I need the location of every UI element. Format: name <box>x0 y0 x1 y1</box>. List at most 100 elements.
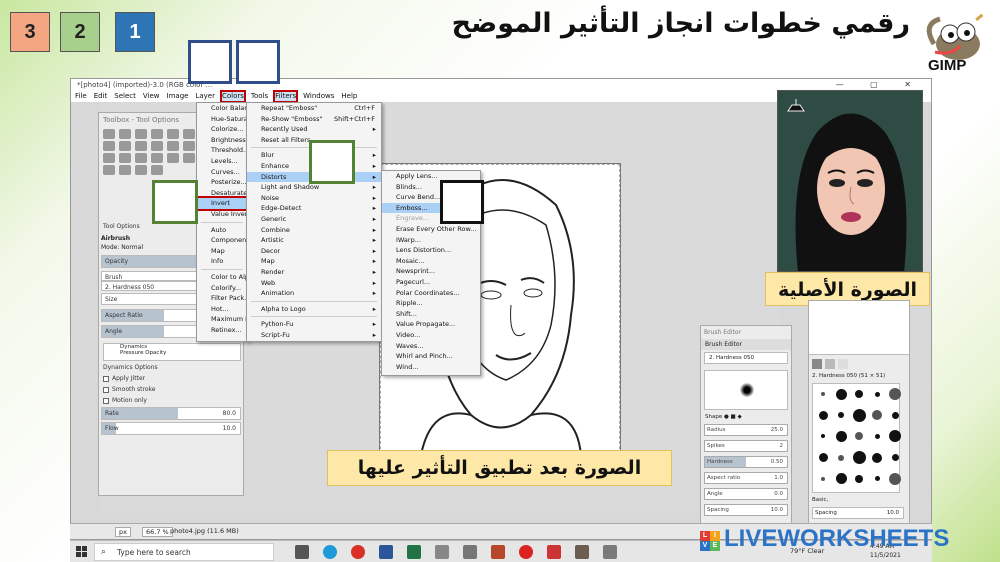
brush-editor-tab[interactable]: Brush Editor <box>701 339 791 350</box>
rotate-tool-icon[interactable] <box>151 141 163 151</box>
gimp-task-icon-2[interactable] <box>603 545 617 559</box>
brush-spacing-slider[interactable]: Spacing 10.0 <box>704 504 788 516</box>
brush-preset-cell[interactable] <box>815 386 831 402</box>
brush-preset-cell[interactable] <box>815 428 831 444</box>
brush-preset-cell[interactable] <box>869 450 885 466</box>
ellipse-select-tool-icon[interactable] <box>119 129 131 139</box>
brush-preset-cell[interactable] <box>851 450 867 466</box>
brush-preset-cell[interactable] <box>833 471 849 487</box>
menu-image[interactable]: Image <box>167 92 189 101</box>
brushes-spacing-slider[interactable]: Spacing 10.0 <box>812 507 904 519</box>
brush-preset-cell[interactable] <box>815 450 831 466</box>
filters-item-map[interactable]: Map ▸ <box>247 256 381 267</box>
fuzzy-select-tool-icon[interactable] <box>151 129 163 139</box>
smudge-tool-icon[interactable] <box>135 165 147 175</box>
powerpoint-file-icon[interactable] <box>547 545 561 559</box>
heal-tool-icon[interactable] <box>119 165 131 175</box>
distorts-item-lens-distortion[interactable]: Lens Distortion... <box>382 245 480 256</box>
brush-spikes-slider[interactable]: Spikes 2 <box>704 440 788 452</box>
task-view-icon[interactable] <box>295 545 309 559</box>
brush-preset-cell[interactable] <box>887 428 903 444</box>
filters-item-repeat-emboss[interactable]: Repeat "Emboss" Ctrl+F <box>247 103 381 114</box>
flow-slider[interactable]: Flow 10.0 <box>101 422 241 435</box>
motion-only-checkbox[interactable]: Motion only <box>103 397 147 404</box>
filters-item-animation[interactable]: Animation ▸ <box>247 288 381 299</box>
distorts-item-wind[interactable]: Wind... <box>382 362 480 373</box>
brush-preset-cell[interactable] <box>815 407 831 423</box>
distorts-item-shift[interactable]: Shift... <box>382 309 480 320</box>
powerpoint-icon[interactable] <box>491 545 505 559</box>
patterns-tab-icon[interactable] <box>825 359 835 369</box>
distorts-item-newsprint[interactable]: Newsprint... <box>382 266 480 277</box>
colors-item-curves[interactable]: Curves... <box>197 167 247 178</box>
brush-hardness-slider[interactable]: Hardness 0.50 <box>704 456 788 468</box>
mode-label[interactable]: Mode: Normal <box>101 244 143 251</box>
distorts-item-waves[interactable]: Waves... <box>382 341 480 352</box>
chrome-icon[interactable] <box>519 545 533 559</box>
move-tool-icon[interactable] <box>103 141 115 151</box>
excel-icon[interactable] <box>407 545 421 559</box>
colors-item-color-balance[interactable]: Color Balance... <box>197 103 262 114</box>
menu-help[interactable]: Help <box>341 92 357 101</box>
menu-edit[interactable]: Edit <box>94 92 108 101</box>
filters-item-alpha-to-logo[interactable]: Alpha to Logo ▸ <box>247 304 381 315</box>
filters-item-decor[interactable]: Decor ▸ <box>247 246 381 257</box>
colors-item-brightness-contrast[interactable]: Brightness-Contrast... <box>197 135 282 146</box>
brushes-tab-icon[interactable] <box>812 359 822 369</box>
brush-preset[interactable]: Basic, <box>812 497 828 503</box>
dynamics-selector[interactable]: Dynamics Pressure Opacity <box>103 343 241 361</box>
scale-tool-icon[interactable] <box>167 141 179 151</box>
colors-item-posterize[interactable]: Posterize... <box>197 177 247 188</box>
zoom-selector[interactable]: 66.7 % <box>142 527 173 537</box>
filters-item-artistic[interactable]: Artistic ▸ <box>247 235 381 246</box>
distorts-item-video[interactable]: Video... <box>382 330 480 341</box>
colors-item-map[interactable]: Map <box>197 246 247 257</box>
colors-item-info[interactable]: Info <box>197 256 247 267</box>
colors-item-threshold[interactable]: Threshold... <box>197 145 249 156</box>
word-icon[interactable] <box>379 545 393 559</box>
taskbar-search[interactable]: ⌕ Type here to search <box>94 543 274 561</box>
brush-preset-cell[interactable] <box>815 471 831 487</box>
shear-tool-icon[interactable] <box>183 141 195 151</box>
blend-tool-icon[interactable] <box>135 153 147 163</box>
brush-name-field[interactable]: 2. Hardness 050 <box>704 352 788 364</box>
colors-item-retinex[interactable]: Retinex... <box>197 325 247 336</box>
unit-selector[interactable]: px <box>115 527 131 537</box>
paintbrush-tool-icon[interactable] <box>167 153 179 163</box>
edge-icon[interactable] <box>323 545 337 559</box>
menu-filters[interactable]: Filters <box>273 90 299 103</box>
distorts-item-erase-every-other-row[interactable]: Erase Every Other Row... <box>382 224 480 235</box>
brush-preset-cell[interactable] <box>869 386 885 402</box>
colors-item-desaturate[interactable]: Desaturate <box>197 188 247 199</box>
crop-tool-icon[interactable] <box>135 141 147 151</box>
filters-item-noise[interactable]: Noise ▸ <box>247 193 381 204</box>
distorts-item-whirl-and-pinch[interactable]: Whirl and Pinch... <box>382 351 480 362</box>
filters-item-script-fu[interactable]: Script-Fu ▸ <box>247 330 381 341</box>
tool-options-tab[interactable]: Tool Options <box>103 223 140 230</box>
free-select-tool-icon[interactable] <box>135 129 147 139</box>
brush-preset-cell[interactable] <box>851 386 867 402</box>
colors-item-colorize[interactable]: Colorize... <box>197 124 247 135</box>
filters-item-web[interactable]: Web ▸ <box>247 278 381 289</box>
gimp-task-icon[interactable] <box>575 545 589 559</box>
filters-item-combine[interactable]: Combine ▸ <box>247 225 381 236</box>
menu-colors[interactable]: Colors <box>219 90 246 103</box>
brush-radius-slider[interactable]: Radius 25.0 <box>704 424 788 436</box>
brush-preset-cell[interactable] <box>869 471 885 487</box>
distorts-item-ripple[interactable]: Ripple... <box>382 298 480 309</box>
brush-preset-cell[interactable] <box>887 471 903 487</box>
colors-item-hot[interactable]: Hot... <box>197 304 247 315</box>
brush-preset-cell[interactable] <box>887 407 903 423</box>
clone-tool-icon[interactable] <box>103 165 115 175</box>
apply-jitter-checkbox[interactable]: Apply Jitter <box>103 375 145 382</box>
brush-preset-cell[interactable] <box>869 428 885 444</box>
brush-preset-cell[interactable] <box>851 471 867 487</box>
colors-item-value-invert[interactable]: Value Invert <box>197 209 250 220</box>
colors-item-color-to-alpha[interactable]: Color to Alpha... <box>197 272 263 283</box>
brush-aspect-ratio-slider[interactable]: Aspect ratio 1.0 <box>704 472 788 484</box>
brush-angle-slider[interactable]: Angle 0.0 <box>704 488 788 500</box>
brush-preset-cell[interactable] <box>869 407 885 423</box>
filters-item-render[interactable]: Render ▸ <box>247 267 381 278</box>
app-icon[interactable] <box>463 545 477 559</box>
distorts-item-value-propagate[interactable]: Value Propagate... <box>382 319 480 330</box>
